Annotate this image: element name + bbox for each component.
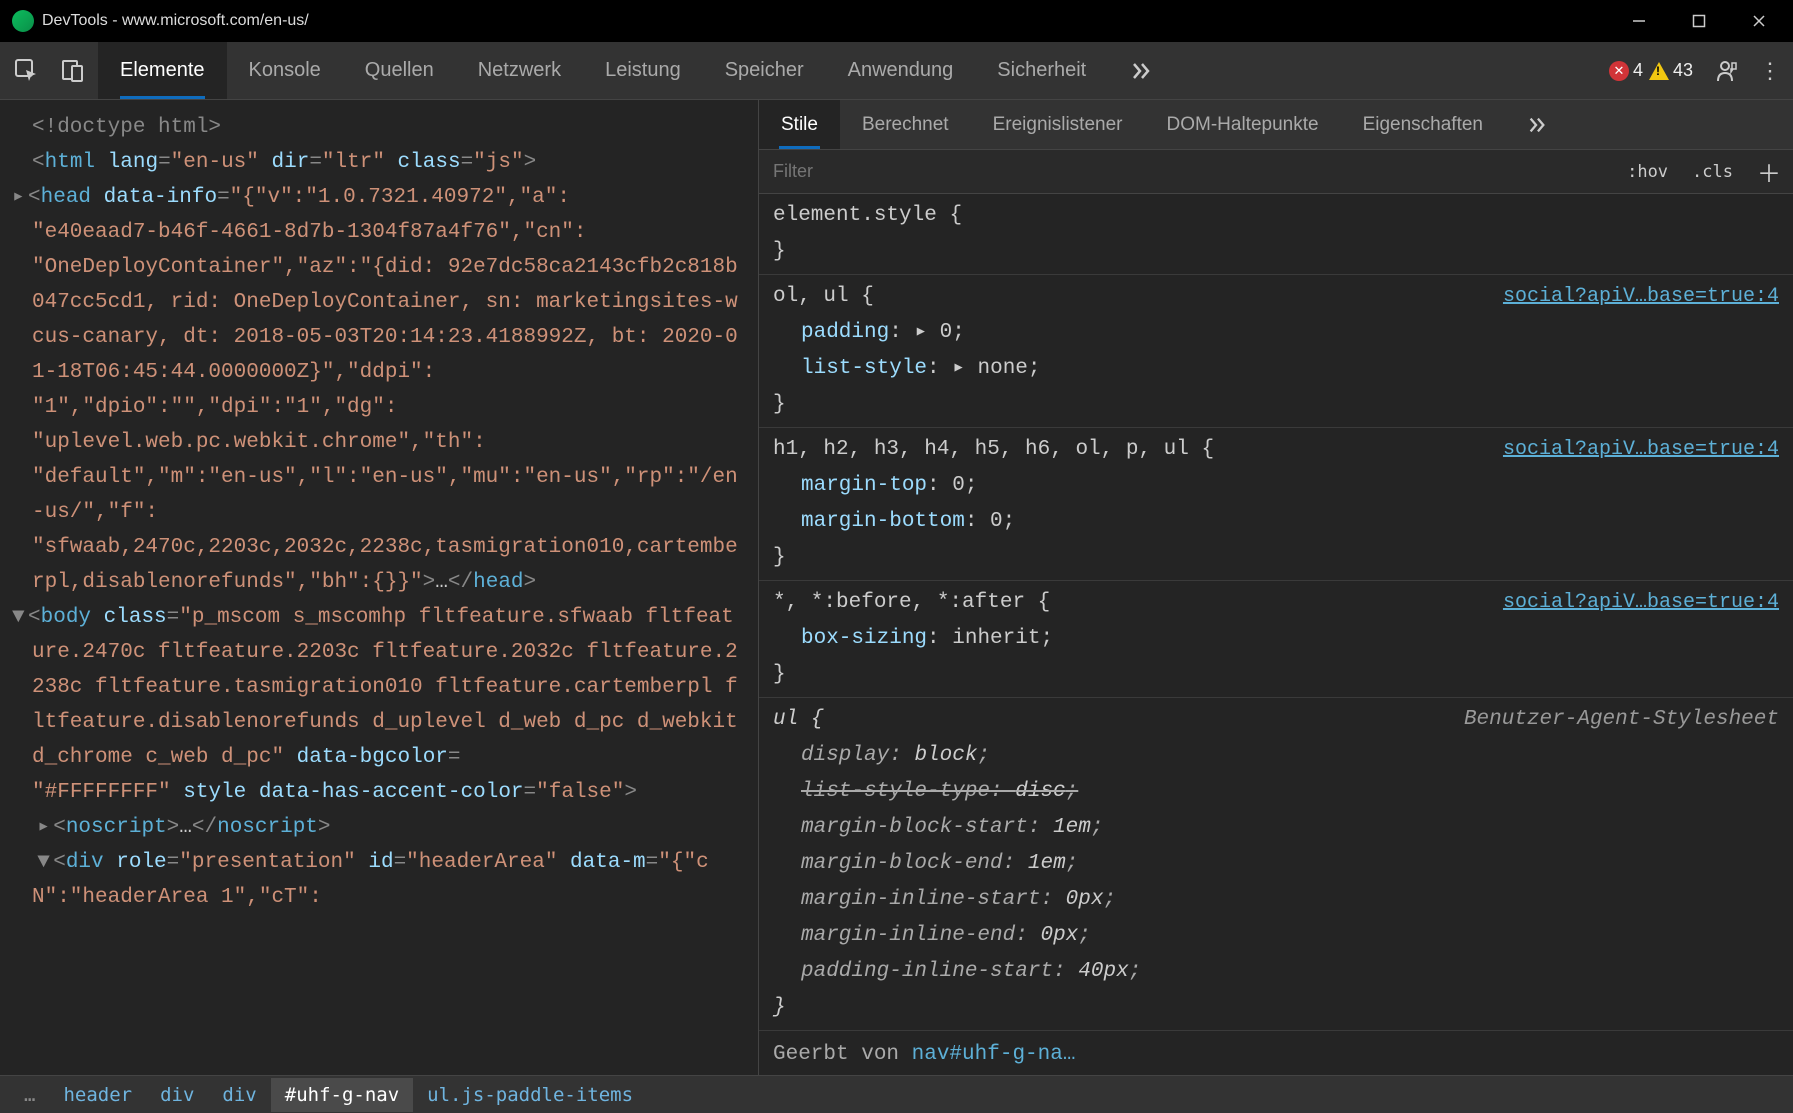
warning-count[interactable]: 43 bbox=[1649, 60, 1693, 81]
css-rule[interactable]: social?apiV…base=true:4 h1, h2, h3, h4, … bbox=[759, 428, 1793, 581]
tab-konsole[interactable]: Konsole bbox=[227, 42, 343, 99]
dom-tree[interactable]: <!doctype html> <html lang="en-us" dir="… bbox=[0, 100, 758, 1075]
maximize-button[interactable] bbox=[1669, 0, 1729, 42]
tab-quellen[interactable]: Quellen bbox=[343, 42, 456, 99]
app-icon bbox=[12, 10, 34, 32]
dom-breadcrumb: … header div div #uhf-g-nav ul.js-paddle… bbox=[0, 1075, 1793, 1113]
error-count[interactable]: ✕4 bbox=[1609, 60, 1643, 81]
main-toolbar: Elemente Konsole Quellen Netzwerk Leistu… bbox=[0, 42, 1793, 100]
device-toolbar-icon[interactable] bbox=[52, 50, 94, 92]
subtab-ereignislistener[interactable]: Ereignislistener bbox=[971, 100, 1145, 149]
tab-netzwerk[interactable]: Netzwerk bbox=[456, 42, 583, 99]
inherited-from-link[interactable]: nav#uhf-g-na… bbox=[912, 1043, 1076, 1066]
subtab-dom-haltepunkte[interactable]: DOM-Haltepunkte bbox=[1145, 100, 1341, 149]
error-icon: ✕ bbox=[1609, 61, 1629, 81]
warning-icon bbox=[1649, 62, 1669, 80]
chevron-double-right-icon bbox=[1527, 115, 1547, 135]
chevron-double-right-icon bbox=[1130, 60, 1152, 82]
cls-toggle[interactable]: .cls bbox=[1680, 162, 1745, 182]
styles-sub-tabs: Stile Berechnet Ereignislistener DOM-Hal… bbox=[759, 100, 1793, 150]
hov-toggle[interactable]: :hov bbox=[1615, 162, 1680, 182]
subtab-eigenschaften[interactable]: Eigenschaften bbox=[1341, 100, 1505, 149]
styles-filter-input[interactable] bbox=[759, 161, 1615, 182]
subtab-overflow[interactable] bbox=[1505, 100, 1569, 149]
ua-label: Benutzer-Agent-Stylesheet bbox=[1464, 702, 1779, 738]
tab-leistung[interactable]: Leistung bbox=[583, 42, 703, 99]
crumb-item[interactable]: div bbox=[146, 1078, 208, 1112]
inherited-from-row: Geerbt von nav#uhf-g-na… bbox=[759, 1031, 1793, 1075]
styles-rules-list[interactable]: element.style { } social?apiV…base=true:… bbox=[759, 194, 1793, 1075]
styles-filter-row: :hov .cls ＋ bbox=[759, 150, 1793, 194]
source-link[interactable]: social?apiV…base=true:4 bbox=[1503, 279, 1779, 315]
subtab-berechnet[interactable]: Berechnet bbox=[840, 100, 971, 149]
new-style-rule-button[interactable]: ＋ bbox=[1745, 154, 1793, 189]
minimize-button[interactable] bbox=[1609, 0, 1669, 42]
tab-sicherheit[interactable]: Sicherheit bbox=[975, 42, 1108, 99]
crumb-item[interactable]: ul.js-paddle-items bbox=[413, 1078, 647, 1112]
tab-overflow[interactable] bbox=[1108, 42, 1174, 99]
inspect-element-icon[interactable] bbox=[6, 50, 48, 92]
issue-badges[interactable]: ✕4 43 bbox=[1609, 60, 1703, 81]
crumb-item-selected[interactable]: #uhf-g-nav bbox=[271, 1078, 413, 1112]
subtab-stile[interactable]: Stile bbox=[759, 100, 840, 149]
source-link[interactable]: social?apiV…base=true:4 bbox=[1503, 585, 1779, 621]
tab-speicher[interactable]: Speicher bbox=[703, 42, 826, 99]
window-titlebar: DevTools - www.microsoft.com/en-us/ bbox=[0, 0, 1793, 42]
close-button[interactable] bbox=[1729, 0, 1789, 42]
source-link[interactable]: social?apiV…base=true:4 bbox=[1503, 432, 1779, 468]
ua-stylesheet-rule[interactable]: Benutzer-Agent-Stylesheet ul { display: … bbox=[759, 698, 1793, 1031]
tab-anwendung[interactable]: Anwendung bbox=[826, 42, 976, 99]
crumb-item[interactable]: div bbox=[208, 1078, 270, 1112]
crumb-item[interactable]: header bbox=[49, 1078, 146, 1112]
css-rule[interactable]: social?apiV…base=true:4 *, *:before, *:a… bbox=[759, 581, 1793, 698]
elements-panel: <!doctype html> <html lang="en-us" dir="… bbox=[0, 100, 758, 1075]
window-controls bbox=[1609, 0, 1789, 42]
feedback-icon[interactable] bbox=[1711, 54, 1745, 88]
tab-elemente[interactable]: Elemente bbox=[98, 42, 227, 99]
element-style-rule[interactable]: element.style { } bbox=[759, 194, 1793, 275]
styles-panel: Stile Berechnet Ereignislistener DOM-Hal… bbox=[758, 100, 1793, 1075]
more-menu-icon[interactable]: ⋮ bbox=[1753, 54, 1787, 88]
css-rule[interactable]: social?apiV…base=true:4 ol, ul { padding… bbox=[759, 275, 1793, 428]
window-title: DevTools - www.microsoft.com/en-us/ bbox=[42, 12, 309, 30]
main-tabs: Elemente Konsole Quellen Netzwerk Leistu… bbox=[98, 42, 1174, 99]
crumb-overflow[interactable]: … bbox=[10, 1078, 49, 1112]
